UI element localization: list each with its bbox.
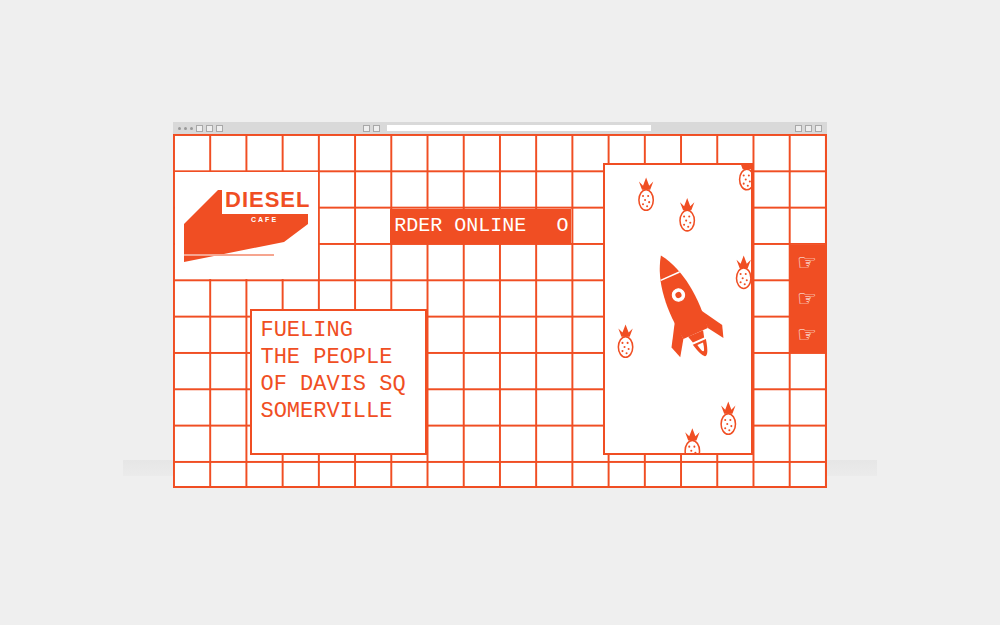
new-tab-button[interactable] [815, 125, 822, 132]
logo-subtitle: CAFE [251, 216, 318, 223]
headline-line: OF DAVIS SQ [260, 371, 416, 398]
pineapple-icon [736, 256, 750, 289]
rocket-icon [635, 244, 730, 367]
url-bar[interactable] [387, 125, 651, 131]
tab-button[interactable] [373, 125, 380, 132]
logo-wordmark: DIESEL [225, 188, 318, 212]
order-banner[interactable]: RDER ONLINE O [390, 209, 571, 243]
browser-toolbar [173, 122, 827, 134]
back-button[interactable] [196, 125, 203, 132]
mockup: DIESEL CAFE RDER ONLINE O FUELINGTHE PEOPLEO… [173, 122, 827, 488]
pineapple-icon [685, 428, 699, 453]
pointing-hand-icon[interactable]: ☞ [789, 245, 825, 281]
pineapple-icon [639, 177, 653, 210]
headline-line: THE PEOPLE [260, 344, 416, 371]
sidebar-button[interactable] [216, 125, 223, 132]
headline-line: SOMERVILLE [260, 398, 416, 425]
share-button[interactable] [795, 125, 802, 132]
headline-line: FUELING [260, 317, 416, 344]
pineapple-icon [618, 324, 632, 357]
tab-button[interactable] [363, 125, 370, 132]
rocket-card [603, 163, 753, 455]
banner-next-text: O [556, 214, 568, 237]
window-dot[interactable] [190, 127, 193, 130]
pointing-hand-icon[interactable]: ☞ [789, 316, 825, 352]
logo[interactable]: DIESEL CAFE [175, 172, 318, 279]
pointing-hand-icon[interactable]: ☞ [789, 281, 825, 317]
headline-card: FUELINGTHE PEOPLEOF DAVIS SQSOMERVILLE [250, 309, 426, 455]
window-dot[interactable] [178, 127, 181, 130]
pineapple-icon [680, 198, 694, 231]
grid-canvas: DIESEL CAFE RDER ONLINE O FUELINGTHE PEOPLEO… [173, 134, 827, 488]
rocket-illustration-icon [605, 165, 751, 453]
banner-text: RDER ONLINE [394, 214, 526, 237]
side-tab: ☞☞☞ [789, 245, 825, 352]
tabs-button[interactable] [805, 125, 812, 132]
pineapple-icon [721, 401, 735, 434]
pineapple-icon [739, 165, 750, 190]
page: DIESEL CAFE RDER ONLINE O FUELINGTHE PEOPLEO… [0, 0, 1000, 625]
window-dot[interactable] [184, 127, 187, 130]
forward-button[interactable] [206, 125, 213, 132]
browser-window: DIESEL CAFE RDER ONLINE O FUELINGTHE PEOPLEO… [173, 122, 827, 488]
